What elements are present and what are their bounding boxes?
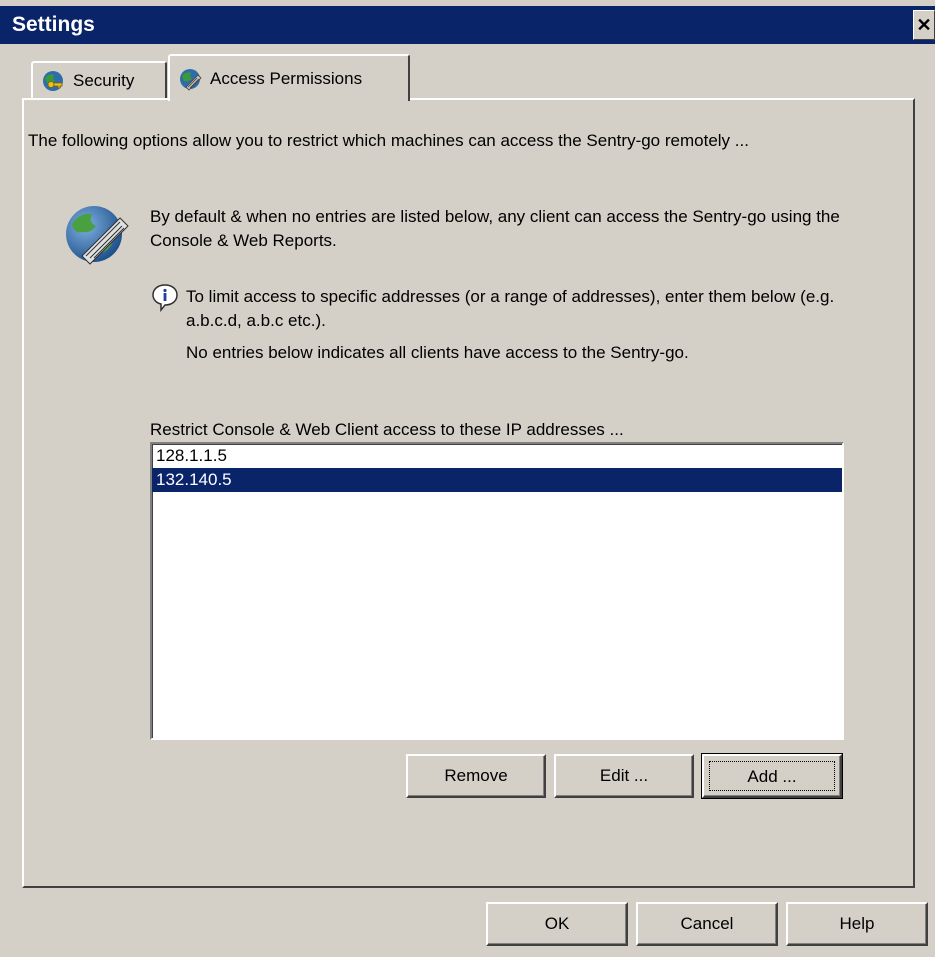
tab-access-permissions[interactable]: Access Permissions (168, 54, 410, 101)
security-key-icon (43, 71, 63, 91)
ip-address-listbox[interactable]: 128.1.1.5 132.140.5 (150, 442, 844, 740)
tab-access-permissions-label: Access Permissions (210, 68, 363, 88)
window-title: Settings (12, 13, 95, 36)
add-button[interactable]: Add ... (701, 753, 843, 799)
settings-dialog: Settings ✕ Security Access Permissions T… (0, 0, 935, 957)
access-permissions-icon (180, 68, 202, 91)
close-button[interactable]: ✕ (913, 10, 935, 40)
list-item[interactable]: 128.1.1.5 (152, 444, 842, 468)
no-entries-text: No entries below indicates all clients h… (186, 343, 689, 362)
limit-access-text: To limit access to specific addresses (o… (186, 287, 835, 330)
tab-security-label: Security (73, 71, 135, 90)
close-icon: ✕ (916, 15, 932, 35)
tab-security[interactable]: Security (31, 61, 167, 99)
cancel-button[interactable]: Cancel (636, 902, 778, 946)
intro-text: The following options allow you to restr… (28, 131, 749, 150)
globe-network-icon (66, 206, 129, 265)
title-bar[interactable]: Settings ✕ (0, 6, 935, 44)
add-button-label: Add ... (709, 761, 835, 791)
help-button[interactable]: Help (786, 902, 928, 946)
default-access-text: By default & when no entries are listed … (150, 207, 840, 250)
edit-button[interactable]: Edit ... (554, 754, 694, 798)
info-icon (152, 284, 178, 312)
ok-button[interactable]: OK (486, 902, 628, 946)
ip-list-label: Restrict Console & Web Client access to … (150, 420, 624, 439)
remove-button[interactable]: Remove (406, 754, 546, 798)
list-item[interactable]: 132.140.5 (152, 468, 842, 492)
